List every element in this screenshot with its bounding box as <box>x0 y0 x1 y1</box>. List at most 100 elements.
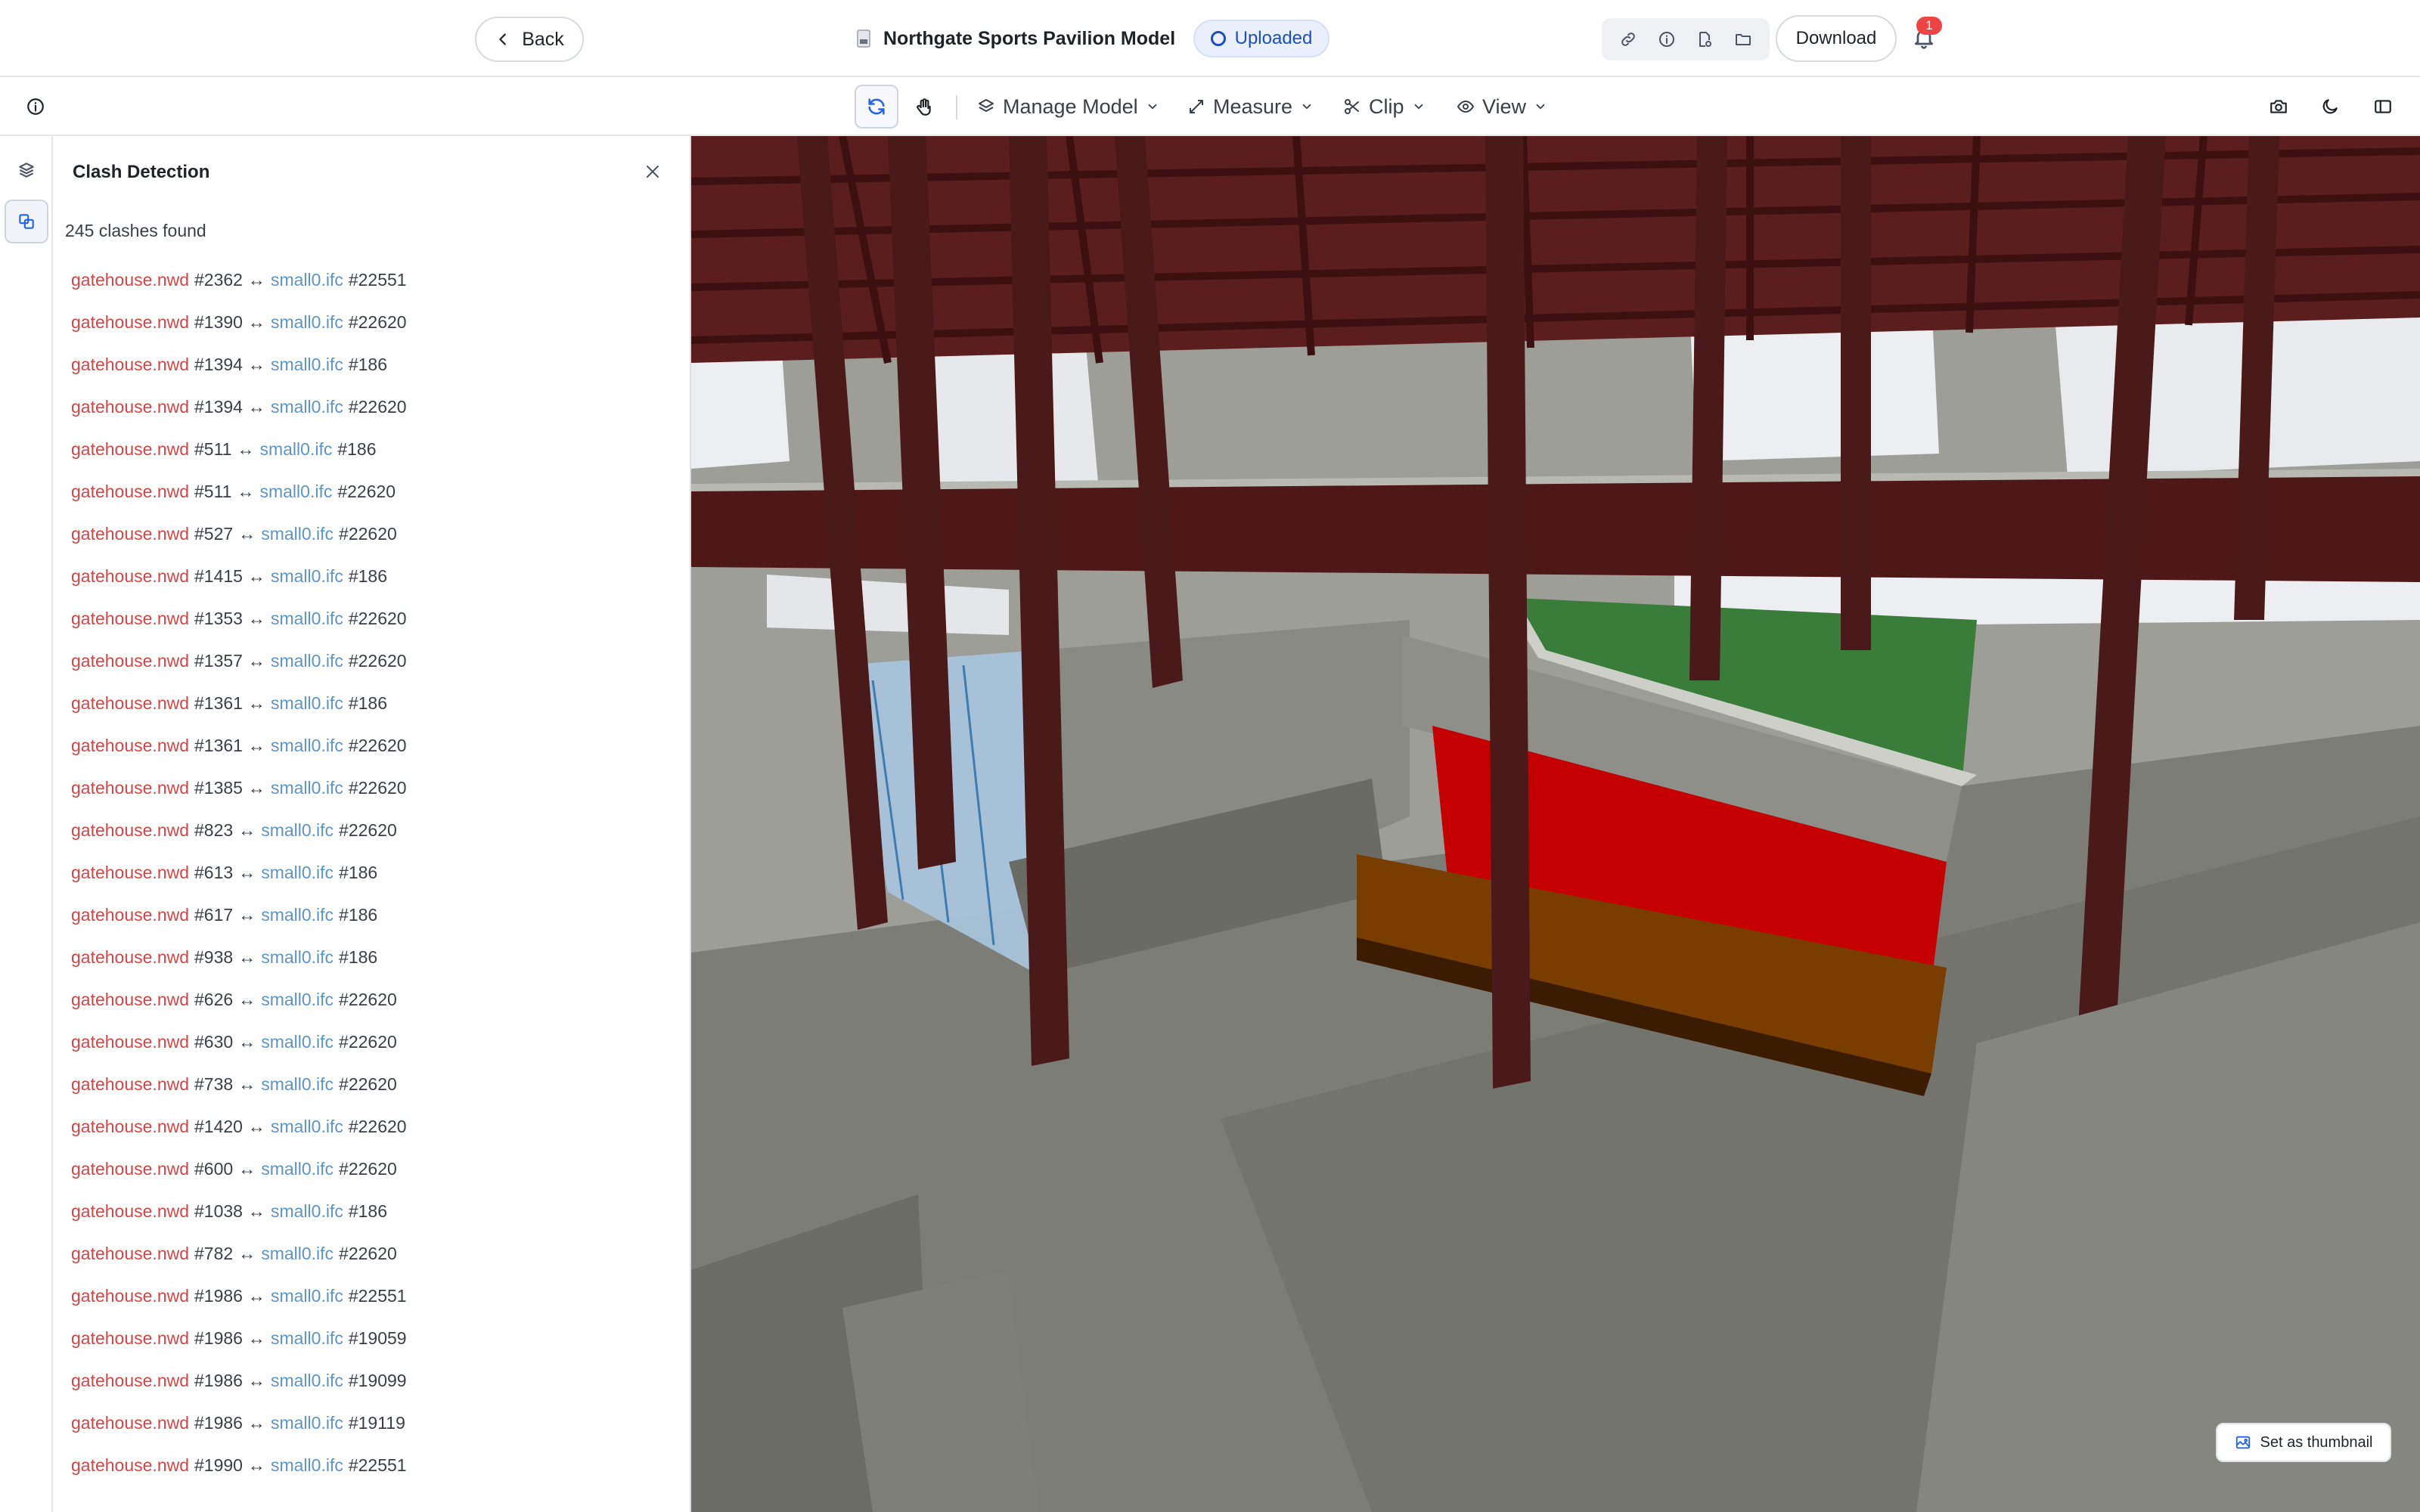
clash-file-a: gatehouse.nwd <box>71 862 190 882</box>
clash-row[interactable]: gatehouse.nwd #1986 ↔ small0.ifc #19059 <box>71 1317 676 1359</box>
close-icon[interactable] <box>641 160 664 183</box>
share-icon[interactable] <box>1691 26 1718 53</box>
clash-row[interactable]: gatehouse.nwd #511 ↔ small0.ifc #186 <box>71 428 676 470</box>
sync-icon <box>868 98 885 115</box>
clash-row[interactable]: gatehouse.nwd #823 ↔ small0.ifc #22620 <box>71 809 676 851</box>
clash-row[interactable]: gatehouse.nwd #1420 ↔ small0.ifc #22620 <box>71 1105 676 1148</box>
clash-row[interactable]: gatehouse.nwd #1986 ↔ small0.ifc #19119 <box>71 1402 676 1444</box>
clash-file-a: gatehouse.nwd <box>71 989 190 1009</box>
clash-file-a: gatehouse.nwd <box>71 735 190 755</box>
clash-file-b: small0.ifc <box>270 1370 343 1390</box>
chevron-down-icon <box>1536 104 1545 110</box>
clash-id-a: #1986 <box>194 1285 243 1306</box>
clash-arrow: ↔ <box>247 692 265 713</box>
clash-row[interactable]: gatehouse.nwd #1394 ↔ small0.ifc #186 <box>71 343 676 386</box>
clash-id-a: #1385 <box>194 777 243 798</box>
measure-label: Measure <box>1213 94 1293 118</box>
clash-id-b: #22620 <box>348 1116 407 1136</box>
clash-arrow: ↔ <box>238 947 256 967</box>
clash-row[interactable]: gatehouse.nwd #617 ↔ small0.ifc #186 <box>71 894 676 936</box>
clash-file-a: gatehouse.nwd <box>71 1031 190 1052</box>
hand-icon[interactable] <box>911 94 938 121</box>
sync-button[interactable] <box>855 85 898 129</box>
ruler-icon <box>1190 100 1203 113</box>
clash-id-a: #1986 <box>194 1328 243 1348</box>
clash-file-b: small0.ifc <box>261 1031 334 1052</box>
rail-layers-button[interactable] <box>5 148 48 192</box>
clash-file-b: small0.ifc <box>261 1074 334 1094</box>
status-label: Uploaded <box>1234 28 1313 48</box>
clash-row[interactable]: gatehouse.nwd #782 ↔ small0.ifc #22620 <box>71 1232 676 1275</box>
clash-id-b: #22551 <box>348 1285 407 1306</box>
clash-row[interactable]: gatehouse.nwd #1361 ↔ small0.ifc #22620 <box>71 724 676 767</box>
clash-arrow: ↔ <box>238 1031 256 1052</box>
manage-model-menu[interactable]: Manage Model <box>977 88 1159 125</box>
clash-row[interactable]: gatehouse.nwd #630 ↔ small0.ifc #22620 <box>71 1021 676 1063</box>
clash-row[interactable]: gatehouse.nwd #1353 ↔ small0.ifc #22620 <box>71 597 676 640</box>
clash-file-b: small0.ifc <box>259 438 333 459</box>
clash-arrow: ↔ <box>247 1370 265 1390</box>
info-icon[interactable] <box>23 94 48 119</box>
clash-file-b: small0.ifc <box>261 947 334 967</box>
clash-id-b: #22620 <box>348 777 407 798</box>
rail-clash-detection-button[interactable] <box>5 200 48 243</box>
clash-row[interactable]: gatehouse.nwd #2362 ↔ small0.ifc #22551 <box>71 259 676 301</box>
sidebar-toggle-icon[interactable] <box>2370 94 2396 119</box>
back-button[interactable]: Back <box>475 17 584 62</box>
clash-row[interactable]: gatehouse.nwd #1357 ↔ small0.ifc #22620 <box>71 640 676 682</box>
clash-file-a: gatehouse.nwd <box>71 523 190 544</box>
folder-icon[interactable] <box>1730 26 1757 53</box>
view-menu[interactable]: View <box>1457 88 1547 125</box>
camera-icon[interactable] <box>2266 94 2291 119</box>
link-icon[interactable] <box>1615 26 1642 53</box>
image-icon <box>2235 1436 2250 1449</box>
clash-file-a: gatehouse.nwd <box>71 1243 190 1263</box>
clash-row[interactable]: gatehouse.nwd #626 ↔ small0.ifc #22620 <box>71 978 676 1021</box>
download-button[interactable]: Download <box>1776 15 1897 62</box>
clash-file-a: gatehouse.nwd <box>71 396 190 417</box>
measure-menu[interactable]: Measure <box>1187 88 1314 125</box>
clash-id-a: #1361 <box>194 735 243 755</box>
clash-row[interactable]: gatehouse.nwd #600 ↔ small0.ifc #22620 <box>71 1148 676 1190</box>
clip-menu[interactable]: Clip <box>1343 88 1426 125</box>
clash-id-a: #1420 <box>194 1116 243 1136</box>
clash-row[interactable]: gatehouse.nwd #1986 ↔ small0.ifc #19099 <box>71 1359 676 1402</box>
clash-file-b: small0.ifc <box>270 396 343 417</box>
clash-id-a: #938 <box>194 947 234 967</box>
clash-row[interactable]: gatehouse.nwd #527 ↔ small0.ifc #22620 <box>71 513 676 555</box>
bim-model-render[interactable] <box>691 136 2420 1512</box>
clash-row[interactable]: gatehouse.nwd #1986 ↔ small0.ifc #22551 <box>71 1275 676 1317</box>
clash-row[interactable]: gatehouse.nwd #1038 ↔ small0.ifc #186 <box>71 1190 676 1232</box>
clash-arrow: ↔ <box>247 311 265 332</box>
clash-file-a: gatehouse.nwd <box>71 481 190 501</box>
clash-row[interactable]: gatehouse.nwd #738 ↔ small0.ifc #22620 <box>71 1063 676 1105</box>
clash-arrow: ↔ <box>247 269 265 290</box>
clash-row[interactable]: gatehouse.nwd #1990 ↔ small0.ifc #22551 <box>71 1444 676 1486</box>
clash-row[interactable]: gatehouse.nwd #511 ↔ small0.ifc #22620 <box>71 470 676 513</box>
clash-id-b: #22620 <box>348 311 407 332</box>
moon-icon[interactable] <box>2317 94 2343 119</box>
clash-row[interactable]: gatehouse.nwd #1415 ↔ small0.ifc #186 <box>71 555 676 597</box>
clash-detection-icon <box>19 214 34 229</box>
info-icon[interactable] <box>1653 26 1680 53</box>
clash-row[interactable]: gatehouse.nwd #938 ↔ small0.ifc #186 <box>71 936 676 978</box>
clash-file-b: small0.ifc <box>270 1285 343 1306</box>
clash-file-a: gatehouse.nwd <box>71 904 190 925</box>
clash-id-b: #186 <box>348 692 388 713</box>
clash-id-a: #527 <box>194 523 234 544</box>
clash-id-a: #1990 <box>194 1455 243 1475</box>
clash-row[interactable]: gatehouse.nwd #1361 ↔ small0.ifc #186 <box>71 682 676 724</box>
3d-viewport[interactable] <box>691 136 2420 1512</box>
chevron-down-icon <box>1414 104 1423 110</box>
clash-file-b: small0.ifc <box>261 820 334 840</box>
clash-id-b: #186 <box>339 862 378 882</box>
set-thumbnail-button[interactable]: Set as thumbnail <box>2216 1423 2391 1462</box>
clash-row[interactable]: gatehouse.nwd #613 ↔ small0.ifc #186 <box>71 851 676 894</box>
clash-file-a: gatehouse.nwd <box>71 650 190 671</box>
clash-row[interactable]: gatehouse.nwd #1394 ↔ small0.ifc #22620 <box>71 386 676 428</box>
clash-id-b: #22620 <box>339 523 397 544</box>
clash-id-b: #22620 <box>339 1158 397 1179</box>
clash-row[interactable]: gatehouse.nwd #1385 ↔ small0.ifc #22620 <box>71 767 676 809</box>
clash-row[interactable]: gatehouse.nwd #1390 ↔ small0.ifc #22620 <box>71 301 676 343</box>
clash-list: gatehouse.nwd #2362 ↔ small0.ifc #22551 gateh… <box>71 259 676 1486</box>
